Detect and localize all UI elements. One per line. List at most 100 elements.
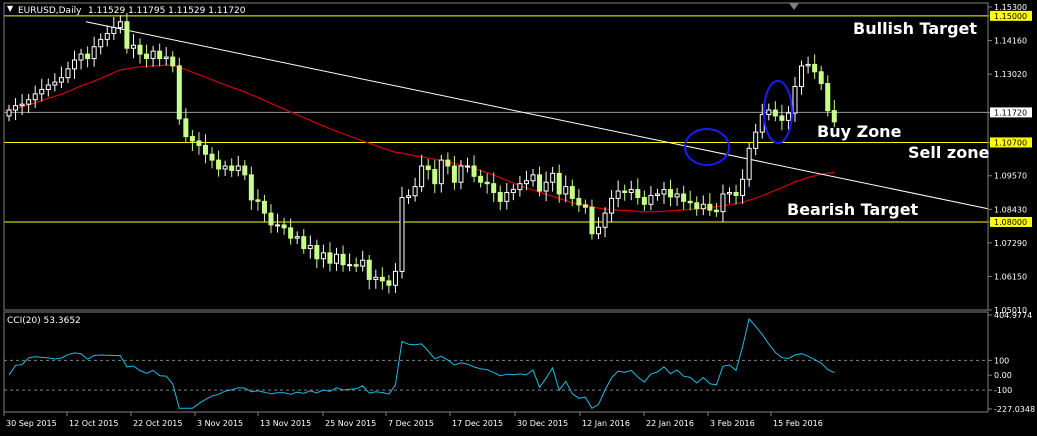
candle-body bbox=[766, 109, 772, 115]
date-axis-label: 30 Sep 2015 bbox=[6, 419, 57, 428]
candle-body bbox=[104, 33, 110, 40]
candle-body bbox=[412, 186, 418, 197]
candle-body bbox=[222, 165, 228, 170]
price-axis-label: 1.11720 bbox=[994, 108, 1027, 117]
candle-body bbox=[785, 112, 791, 121]
candle-body bbox=[478, 175, 484, 183]
candle-body bbox=[52, 81, 58, 86]
candle-body bbox=[615, 190, 621, 199]
candle-body bbox=[6, 109, 12, 117]
candle-body bbox=[91, 46, 97, 60]
candle-body bbox=[668, 189, 674, 198]
candle-body bbox=[39, 88, 45, 95]
candle-body bbox=[98, 38, 104, 48]
candle-body bbox=[307, 245, 313, 249]
candle-body bbox=[189, 136, 195, 142]
candle-body bbox=[130, 44, 136, 49]
candle-body bbox=[216, 159, 222, 170]
candle-body bbox=[556, 172, 562, 195]
candle-body bbox=[563, 186, 569, 195]
candle-body bbox=[406, 195, 412, 199]
candle-body bbox=[78, 53, 84, 61]
cci-indicator-label: CCI(20) 53.3652 bbox=[7, 316, 81, 326]
cci-axis-label: 0.00 bbox=[994, 371, 1012, 380]
candle-body bbox=[687, 200, 693, 204]
price-axis-label: 1.14160 bbox=[994, 37, 1027, 46]
candle-body bbox=[596, 226, 601, 235]
price-axis-label: 1.15300 bbox=[994, 3, 1027, 12]
date-axis-label: 3 Nov 2015 bbox=[197, 419, 243, 428]
candle-body bbox=[635, 189, 641, 199]
candle-body bbox=[327, 252, 333, 264]
candle-body bbox=[26, 99, 32, 105]
candle-body bbox=[261, 200, 267, 214]
chart-symbol-label: EURUSD,Daily bbox=[18, 6, 82, 16]
candle-body bbox=[471, 165, 477, 177]
candle-body bbox=[176, 65, 182, 120]
candle-body bbox=[288, 227, 294, 239]
date-axis-label: 17 Dec 2015 bbox=[452, 419, 503, 428]
candle-body bbox=[825, 83, 831, 112]
candle-body bbox=[465, 165, 470, 168]
candle-body bbox=[569, 186, 575, 199]
candle-body bbox=[268, 212, 274, 226]
chart-ohlc-values: 1.11529 1.11795 1.11529 1.11720 bbox=[88, 6, 246, 16]
date-axis-label: 3 Feb 2016 bbox=[710, 419, 755, 428]
candle-body bbox=[550, 172, 556, 183]
candle-body bbox=[45, 84, 51, 90]
candle-body bbox=[438, 159, 444, 185]
candle-body bbox=[163, 56, 169, 60]
candle-body bbox=[497, 192, 503, 202]
date-axis-label: 25 Nov 2015 bbox=[325, 419, 376, 428]
candle-body bbox=[523, 180, 529, 185]
candle-body bbox=[72, 59, 77, 70]
date-axis-label: 22 Oct 2015 bbox=[133, 419, 182, 428]
price-axis-label: 1.07290 bbox=[994, 239, 1027, 248]
candle-body bbox=[399, 197, 405, 272]
candle-body bbox=[576, 197, 582, 206]
candle-body bbox=[386, 280, 392, 286]
candle-body bbox=[301, 236, 307, 249]
symbol-menu-arrow[interactable]: ▼ bbox=[7, 4, 13, 13]
candle-body bbox=[812, 63, 818, 73]
candle-body bbox=[353, 264, 359, 267]
date-axis-label: 13 Nov 2015 bbox=[260, 419, 311, 428]
date-axis-label: 30 Dec 2015 bbox=[517, 419, 568, 428]
buy-zone-label: Buy Zone bbox=[817, 122, 902, 141]
candle-body bbox=[445, 159, 451, 167]
candle-body bbox=[360, 259, 366, 267]
candle-body bbox=[818, 71, 824, 85]
candle-body bbox=[425, 165, 431, 171]
candle-body bbox=[700, 203, 706, 210]
date-axis-label: 12 Jan 2016 bbox=[582, 419, 630, 428]
price-axis-label: 1.08000 bbox=[994, 218, 1027, 227]
candle-body bbox=[379, 276, 385, 282]
candle-body bbox=[779, 115, 785, 121]
candle-body bbox=[746, 147, 752, 180]
candle-body bbox=[484, 181, 490, 185]
candle-body bbox=[144, 53, 150, 60]
candle-body bbox=[622, 190, 628, 194]
candle-body bbox=[805, 63, 811, 67]
candle-body bbox=[628, 189, 634, 194]
candle-body bbox=[432, 169, 438, 185]
candle-body bbox=[537, 174, 543, 192]
candle-body bbox=[111, 27, 117, 35]
price-axis-label: 1.10700 bbox=[994, 138, 1027, 147]
candle-body bbox=[720, 193, 726, 213]
candle-body bbox=[831, 110, 837, 123]
candle-body bbox=[713, 209, 719, 213]
candle-body bbox=[242, 165, 248, 176]
cci-axis-label: -100 bbox=[994, 386, 1012, 395]
candle-body bbox=[137, 44, 143, 55]
candle-body bbox=[661, 189, 667, 195]
candle-body bbox=[419, 165, 425, 188]
candle-body bbox=[609, 197, 615, 214]
candle-body bbox=[491, 183, 497, 194]
candle-body bbox=[314, 245, 320, 260]
candle-body bbox=[320, 252, 326, 260]
candle-body bbox=[654, 193, 660, 196]
price-axis-label: 1.13020 bbox=[994, 70, 1027, 79]
candle-body bbox=[65, 68, 71, 79]
candle-body bbox=[543, 181, 549, 192]
